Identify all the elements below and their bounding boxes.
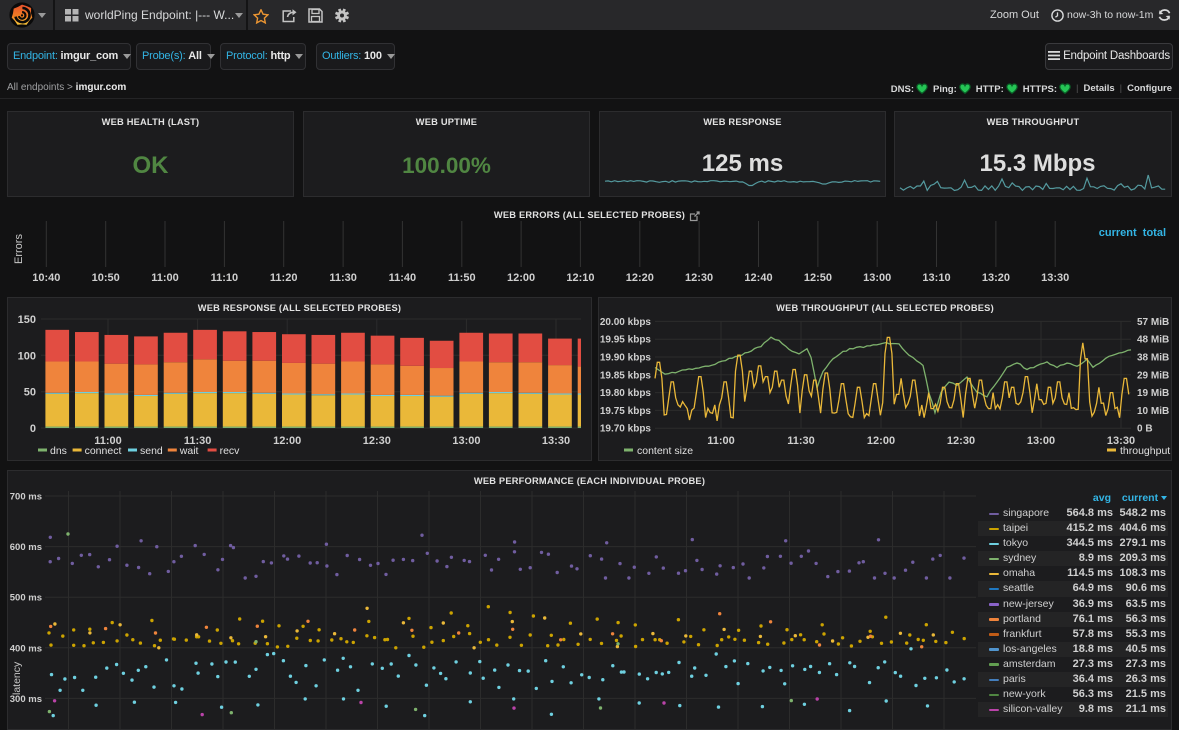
svg-text:19.75 kbps: 19.75 kbps xyxy=(600,406,652,417)
svg-text:12:00: 12:00 xyxy=(273,435,301,447)
svg-text:50: 50 xyxy=(24,387,36,399)
svg-text:content size: content size xyxy=(637,445,693,457)
svg-text:13:00: 13:00 xyxy=(452,435,480,447)
svg-text:12:30: 12:30 xyxy=(685,272,713,284)
svg-text:11:30: 11:30 xyxy=(787,435,815,447)
svg-text:29 MiB: 29 MiB xyxy=(1137,370,1169,381)
svg-text:12:00: 12:00 xyxy=(507,272,535,284)
svg-text:11:00: 11:00 xyxy=(151,272,179,284)
svg-text:12:20: 12:20 xyxy=(626,272,654,284)
svg-text:10:40: 10:40 xyxy=(32,272,60,284)
svg-text:throughput: throughput xyxy=(1120,445,1170,457)
svg-text:send: send xyxy=(140,445,163,457)
svg-text:13:20: 13:20 xyxy=(982,272,1010,284)
svg-text:150: 150 xyxy=(18,314,36,326)
svg-text:12:00: 12:00 xyxy=(867,435,895,447)
svg-text:13:00: 13:00 xyxy=(863,272,891,284)
svg-text:10 MiB: 10 MiB xyxy=(1137,406,1169,417)
svg-text:11:00: 11:00 xyxy=(707,435,735,447)
svg-text:latency: latency xyxy=(11,661,23,695)
svg-text:12:30: 12:30 xyxy=(947,435,975,447)
svg-text:19.70 kbps: 19.70 kbps xyxy=(600,424,652,435)
svg-text:19.85 kbps: 19.85 kbps xyxy=(600,370,652,381)
svg-text:dns: dns xyxy=(50,445,67,457)
svg-text:38 MiB: 38 MiB xyxy=(1137,353,1169,364)
svg-text:19.90 kbps: 19.90 kbps xyxy=(600,353,652,364)
svg-text:11:50: 11:50 xyxy=(448,272,476,284)
svg-text:10:50: 10:50 xyxy=(92,272,120,284)
svg-text:19 MiB: 19 MiB xyxy=(1137,388,1169,399)
svg-text:400 ms: 400 ms xyxy=(10,643,42,654)
svg-text:600 ms: 600 ms xyxy=(10,542,42,553)
svg-text:wait: wait xyxy=(179,445,199,457)
svg-text:connect: connect xyxy=(85,445,122,457)
svg-text:0: 0 xyxy=(30,423,36,435)
svg-text:12:40: 12:40 xyxy=(744,272,772,284)
svg-text:12:30: 12:30 xyxy=(363,435,391,447)
svg-text:11:20: 11:20 xyxy=(270,272,298,284)
svg-text:48 MiB: 48 MiB xyxy=(1137,335,1169,346)
svg-text:12:50: 12:50 xyxy=(804,272,832,284)
svg-text:100: 100 xyxy=(18,350,36,362)
svg-text:13:10: 13:10 xyxy=(922,272,950,284)
svg-text:13:30: 13:30 xyxy=(542,435,570,447)
svg-text:19.80 kbps: 19.80 kbps xyxy=(600,388,652,399)
svg-text:700 ms: 700 ms xyxy=(10,492,42,503)
svg-text:11:10: 11:10 xyxy=(211,272,239,284)
svg-text:11:40: 11:40 xyxy=(389,272,417,284)
svg-text:20.00 kbps: 20.00 kbps xyxy=(600,317,652,328)
svg-text:13:30: 13:30 xyxy=(1041,272,1069,284)
svg-text:11:30: 11:30 xyxy=(329,272,357,284)
svg-text:0 B: 0 B xyxy=(1137,424,1153,435)
svg-text:recv: recv xyxy=(220,445,241,457)
svg-text:13:00: 13:00 xyxy=(1027,435,1055,447)
svg-text:57 MiB: 57 MiB xyxy=(1137,317,1169,328)
svg-text:19.95 kbps: 19.95 kbps xyxy=(600,335,652,346)
svg-text:500 ms: 500 ms xyxy=(10,593,42,604)
svg-text:12:10: 12:10 xyxy=(566,272,594,284)
